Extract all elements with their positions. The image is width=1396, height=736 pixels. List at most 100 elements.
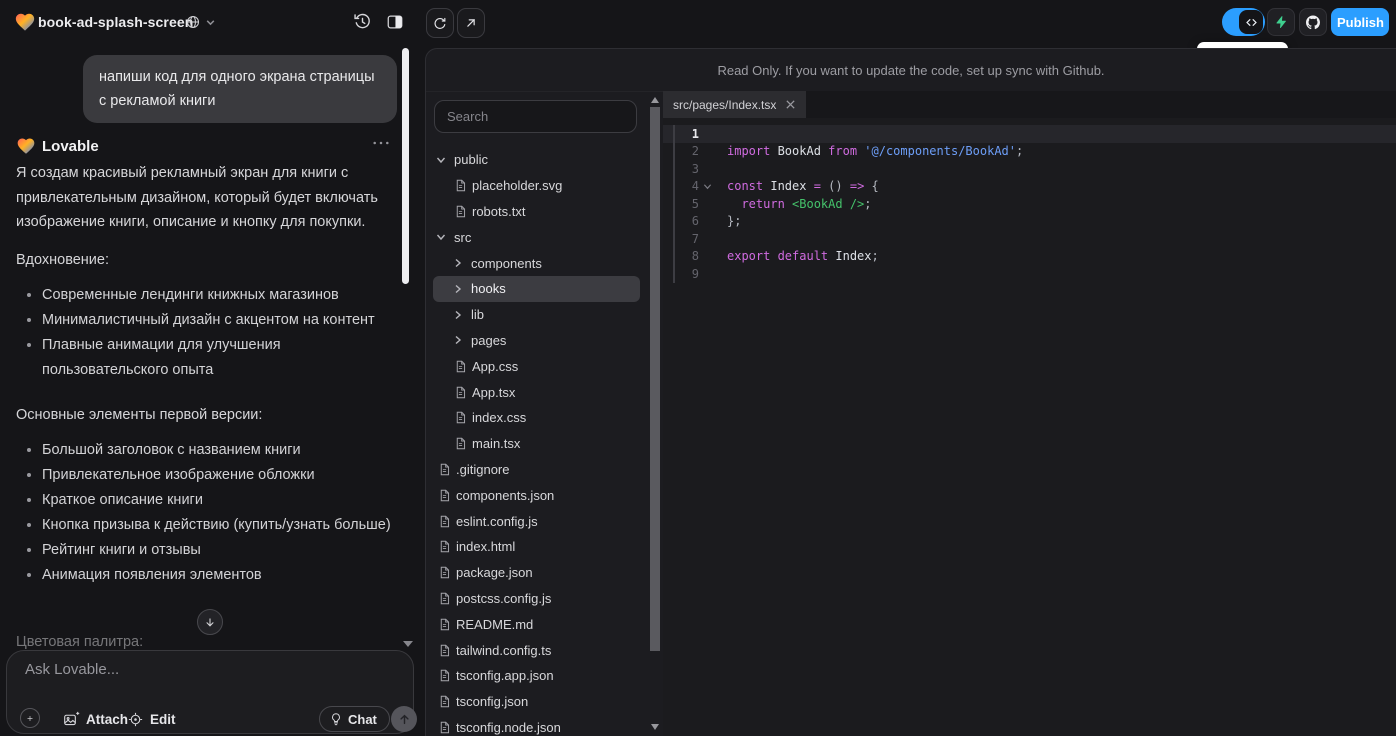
- panel-layout-icon[interactable]: [386, 13, 404, 31]
- message-more-menu-icon[interactable]: [372, 140, 390, 146]
- code-text: export default Index;: [715, 249, 879, 263]
- edit-label: Edit: [150, 712, 176, 727]
- add-button[interactable]: [20, 708, 40, 728]
- line-number: 7: [663, 232, 699, 246]
- tree-scrollbar[interactable]: [647, 91, 663, 736]
- code-line-4: 4const Index = () => {: [663, 178, 1396, 196]
- tree-item-tsconfig.node.json[interactable]: tsconfig.node.json: [433, 715, 640, 736]
- history-icon[interactable]: [352, 11, 373, 32]
- project-name[interactable]: book-ad-splash-screen: [38, 14, 193, 30]
- file-icon: [454, 411, 472, 424]
- close-tab-icon[interactable]: [785, 99, 796, 110]
- tree-item-components[interactable]: components: [433, 250, 640, 276]
- file-icon: [438, 618, 456, 631]
- chat-scrollbar-down-arrow-icon[interactable]: [403, 641, 413, 647]
- tree-item-pages[interactable]: pages: [433, 328, 640, 354]
- tree-item-postcss.config.js[interactable]: postcss.config.js: [433, 586, 640, 612]
- tree-item-lib[interactable]: lib: [433, 302, 640, 328]
- list-item: Кнопка призыва к действию (купить/узнать…: [16, 513, 396, 538]
- assistant-intro-text: Я создам красивый рекламный экран для кн…: [16, 161, 400, 235]
- gutter-decoration: [673, 125, 675, 283]
- attach-image-icon: [63, 711, 80, 728]
- publish-button[interactable]: Publish: [1331, 8, 1389, 36]
- tree-item-placeholder.svg[interactable]: placeholder.svg: [433, 173, 640, 199]
- tree-item-label: main.tsx: [472, 436, 520, 451]
- refresh-button[interactable]: [426, 8, 454, 38]
- readonly-notice: Read Only. If you want to update the cod…: [426, 49, 1396, 92]
- scroll-down-arrow-icon[interactable]: [651, 724, 659, 730]
- tree-item-label: App.tsx: [472, 385, 515, 400]
- github-button[interactable]: [1299, 8, 1327, 36]
- tree-item-tsconfig.json[interactable]: tsconfig.json: [433, 689, 640, 715]
- list-item: Современные лендинги книжных магазинов: [16, 283, 396, 308]
- tree-item-label: package.json: [456, 565, 533, 580]
- chat-mode-button[interactable]: Chat: [319, 706, 390, 732]
- tree-item-src[interactable]: src: [433, 224, 640, 250]
- tree-item-readme.md[interactable]: README.md: [433, 611, 640, 637]
- line-number: 3: [663, 162, 699, 176]
- tree-item-label: hooks: [471, 281, 506, 296]
- send-button[interactable]: [391, 706, 417, 732]
- tree-item-components.json[interactable]: components.json: [433, 482, 640, 508]
- tree-item-label: README.md: [456, 617, 533, 632]
- plus-icon: [27, 713, 33, 724]
- tree-item-label: components.json: [456, 488, 554, 503]
- scroll-to-bottom-button[interactable]: [197, 609, 223, 635]
- tree-item-.gitignore[interactable]: .gitignore: [433, 457, 640, 483]
- code-viewer-toggle[interactable]: [1222, 8, 1265, 36]
- lightbulb-icon: [329, 712, 343, 726]
- globe-icon: [186, 15, 200, 29]
- chat-input[interactable]: [23, 659, 397, 701]
- code-text: import BookAd from '@/components/BookAd'…: [715, 144, 1023, 158]
- file-icon: [438, 540, 456, 553]
- search-input[interactable]: [434, 100, 637, 133]
- lovable-logo-heart-icon: [14, 11, 36, 33]
- tree-item-label: index.html: [456, 539, 515, 554]
- project-chevron-down-icon[interactable]: [205, 17, 216, 28]
- file-icon: [438, 644, 456, 657]
- fold-chevron-icon[interactable]: [699, 182, 715, 191]
- edit-button[interactable]: Edit: [127, 711, 176, 728]
- scroll-up-arrow-icon[interactable]: [651, 97, 659, 103]
- tree-scrollbar-thumb[interactable]: [650, 107, 660, 651]
- tree-item-tsconfig.app.json[interactable]: tsconfig.app.json: [433, 663, 640, 689]
- github-icon: [1306, 14, 1320, 31]
- tree-item-main.tsx[interactable]: main.tsx: [433, 431, 640, 457]
- attach-button[interactable]: Attach: [63, 711, 128, 728]
- tree-item-app.tsx[interactable]: App.tsx: [433, 379, 640, 405]
- file-explorer: publicplaceholder.svgrobots.txtsrccompon…: [426, 91, 647, 736]
- lovable-app: book-ad-splash-screen Publish Code view: [0, 0, 1396, 736]
- tab-label: src/pages/Index.tsx: [673, 98, 776, 112]
- tree-item-label: pages: [471, 333, 506, 348]
- tree-item-eslint.config.js[interactable]: eslint.config.js: [433, 508, 640, 534]
- tree-item-index.html[interactable]: index.html: [433, 534, 640, 560]
- tree-item-label: robots.txt: [472, 204, 525, 219]
- code-line-7: 7: [663, 230, 1396, 248]
- code-line-6: 6};: [663, 213, 1396, 231]
- tree-item-robots.txt[interactable]: robots.txt: [433, 199, 640, 225]
- tree-item-label: lib: [471, 307, 484, 322]
- code-lines: 12import BookAd from '@/components/BookA…: [663, 125, 1396, 283]
- chat-scrollbar-thumb[interactable]: [402, 48, 409, 284]
- supabase-button[interactable]: [1267, 8, 1295, 36]
- file-icon: [438, 489, 456, 502]
- chevron-right-icon: [453, 335, 471, 345]
- tree-item-index.css[interactable]: index.css: [433, 405, 640, 431]
- tab-index-tsx[interactable]: src/pages/Index.tsx: [663, 91, 806, 118]
- line-number: 2: [663, 144, 699, 158]
- code-line-9: 9: [663, 265, 1396, 283]
- list-item: Большой заголовок с названием книги: [16, 438, 396, 463]
- tree-item-hooks[interactable]: hooks: [433, 276, 640, 302]
- file-icon: [438, 695, 456, 708]
- tree-item-tailwind.config.ts[interactable]: tailwind.config.ts: [433, 637, 640, 663]
- chevron-down-icon: [436, 232, 454, 242]
- tree-item-app.css[interactable]: App.css: [433, 353, 640, 379]
- file-icon: [454, 437, 472, 450]
- file-icon: [438, 515, 456, 528]
- open-external-button[interactable]: [457, 8, 485, 38]
- code-editor: src/pages/Index.tsx 12import BookAd from…: [663, 91, 1396, 736]
- tree-item-public[interactable]: public: [433, 147, 640, 173]
- code-area[interactable]: 12import BookAd from '@/components/BookA…: [663, 118, 1396, 736]
- editor-tab-bar: src/pages/Index.tsx: [663, 91, 1396, 118]
- tree-item-package.json[interactable]: package.json: [433, 560, 640, 586]
